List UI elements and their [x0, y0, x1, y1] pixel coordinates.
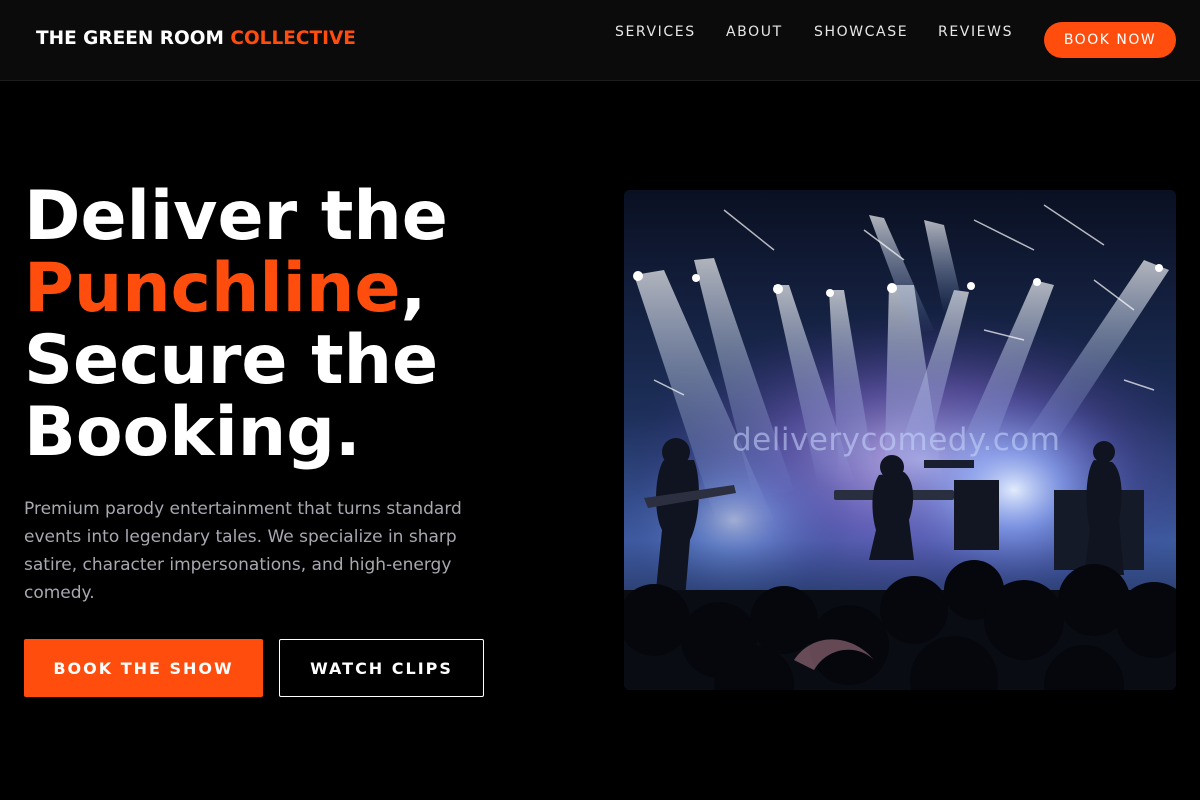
brand-name: THE GREEN ROOM	[36, 28, 224, 49]
headline-line-3: Secure the	[24, 321, 439, 400]
brand-logo[interactable]: THE GREEN ROOM COLLECTIVE	[36, 28, 356, 49]
nav-reviews-link[interactable]: REVIEWS	[938, 24, 1013, 40]
nav-services-link[interactable]: SERVICES	[615, 24, 696, 40]
book-the-show-button[interactable]: BOOK THE SHOW	[24, 639, 263, 697]
headline-accent-word: Punchline	[24, 249, 401, 328]
headline-line-1: Deliver the	[24, 177, 448, 256]
image-watermark: deliverycomedy.com	[732, 422, 1061, 458]
nav-showcase-link[interactable]: SHOWCASE	[814, 24, 908, 40]
hero-headline: Deliver the Punchline, Secure the Bookin…	[24, 181, 448, 469]
site-header: THE GREEN ROOM COLLECTIVE SERVICES ABOUT…	[0, 0, 1200, 81]
concert-hero-image: deliverycomedy.com	[624, 190, 1176, 690]
headline-comma: ,	[400, 249, 427, 328]
brand-accent: COLLECTIVE	[230, 28, 356, 49]
nav-about-link[interactable]: ABOUT	[726, 24, 783, 40]
book-now-button[interactable]: BOOK NOW	[1044, 22, 1176, 58]
watch-clips-button[interactable]: WATCH CLIPS	[279, 639, 484, 697]
hero-description: Premium parody entertainment that turns …	[24, 499, 462, 603]
headline-line-4: Booking.	[24, 393, 361, 472]
headline-line-2: Punchline,	[24, 253, 448, 325]
